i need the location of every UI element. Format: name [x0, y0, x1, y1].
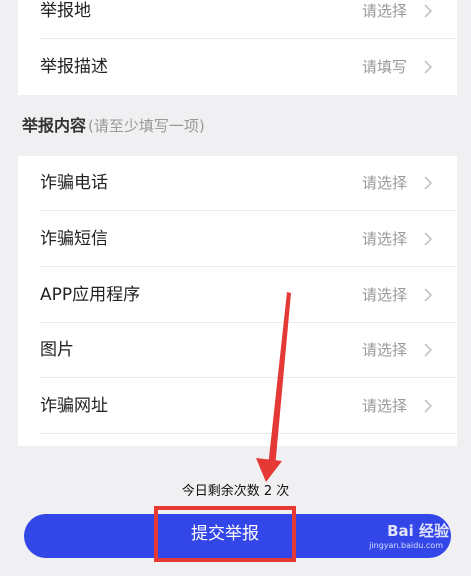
red-arrow-annotation — [256, 292, 291, 482]
